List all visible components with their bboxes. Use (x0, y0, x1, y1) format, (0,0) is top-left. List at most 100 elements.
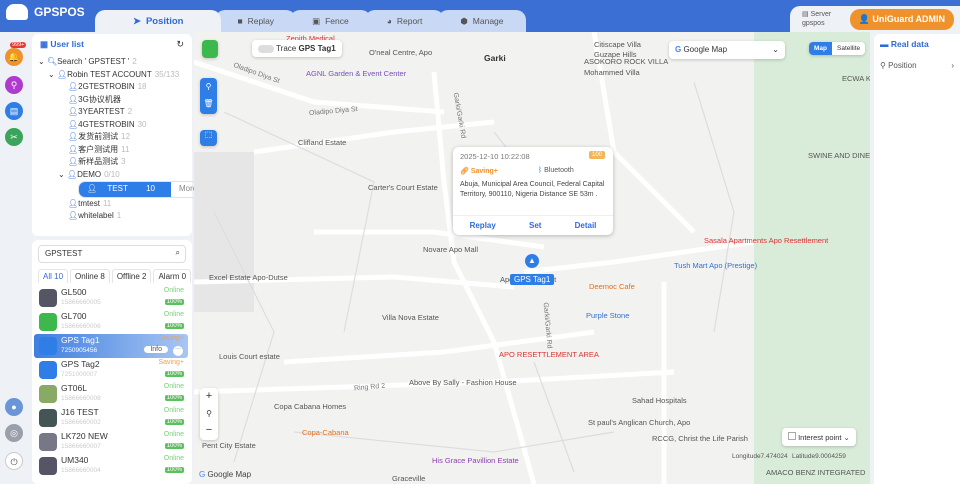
map-view[interactable]: Zenith Medical O'neal Centre, Apo Citiscap… (194, 32, 870, 484)
map-label: Tush Mart Apo (Prestige) (674, 261, 758, 270)
search-icon[interactable]: ⌕ (176, 248, 180, 258)
tree-label: 3G协议机器 (78, 94, 121, 104)
device-status: Online (163, 455, 184, 462)
device-row[interactable]: GPS Tag1 7250905456 Saving+ Info ··· (34, 334, 188, 358)
filter-tab[interactable]: Online 8 (70, 269, 110, 283)
device-search-input[interactable]: GPSTEST ⌕ (38, 245, 186, 263)
server-icon: ▤ (802, 11, 811, 18)
map-button[interactable]: Map (809, 42, 832, 55)
map-label: Graceville (392, 474, 426, 483)
set-link[interactable]: Set (529, 221, 541, 230)
device-id: 15866660006 (61, 323, 101, 330)
alarm-bell-button[interactable]: 🔔 (5, 48, 23, 66)
map-label: Citiscape Villa (594, 40, 641, 49)
device-marker-label[interactable]: GPS Tag1 (510, 274, 555, 285)
tree-node[interactable]: 👤︎whitelabel 1 (38, 210, 206, 223)
zoom-in-button[interactable]: + (200, 388, 218, 405)
longitude-readout: Longitude7.474024 (732, 453, 788, 460)
trash-icon[interactable]: 🗑︎ (200, 95, 217, 112)
info-button[interactable]: Info (144, 346, 168, 353)
globe-button[interactable]: ◎ (5, 424, 23, 442)
device-info-popup: 2025-12-10 10:22:08 100 🔗︎ Saving+ ᛒ Blu… (453, 147, 613, 235)
pin-icon[interactable]: ⚲ (200, 78, 217, 95)
tab-fence[interactable]: ▣ Fence (290, 10, 371, 32)
device-row[interactable]: GPS Tag2 7251000007 Saving+ 100% (34, 358, 188, 382)
device-id: 15866660002 (61, 419, 101, 426)
draw-tools[interactable]: ⚲ 🗑︎ (200, 78, 217, 114)
position-item[interactable]: ⚲ Position › (880, 61, 954, 70)
tree-node-test-selected[interactable]: 👤︎ TEST 10 (79, 182, 171, 197)
tree-node[interactable]: 👤︎发货前测试 12 (38, 131, 206, 144)
green-tool-button[interactable] (202, 40, 218, 58)
replay-link[interactable]: Replay (470, 221, 496, 230)
map-provider-select[interactable]: G Google Map ⌄ (669, 41, 785, 59)
map-label: Garki (484, 53, 506, 63)
more-options-button[interactable]: ··· (173, 346, 183, 356)
device-name: GPS Tag1 (61, 335, 100, 345)
map-label: St paul's Anglican Church, Apo (588, 418, 691, 427)
tree-label: 发货前测试 (78, 132, 119, 141)
user-icon: 👤︎ (68, 119, 79, 129)
user-account-button[interactable]: 👤 UniGuard ADMIN (849, 9, 954, 30)
filter-tab[interactable]: All 10 (38, 269, 69, 283)
tree-node[interactable]: 👤︎3G协议机器 (38, 94, 206, 107)
select-area-button[interactable]: ⬚ (200, 130, 217, 146)
popup-mode: 🔗︎ Saving+ (460, 167, 498, 175)
device-row[interactable]: J16 TEST 15866660002 Online 100% (34, 406, 188, 430)
app-name: GPSPOS (34, 5, 85, 19)
trace-device: GPS Tag1 (298, 44, 336, 53)
refresh-icon[interactable]: ↻ (176, 39, 184, 50)
location-pin-button[interactable]: ⚲ (5, 76, 23, 94)
device-row[interactable]: UM340 15866660004 Online 100% (34, 454, 188, 478)
tab-position[interactable]: ➤ Position (95, 10, 222, 32)
filter-tab[interactable]: Offline 2 (111, 269, 152, 283)
tab-replay[interactable]: ■ Replay (215, 10, 297, 32)
map-label: Purple Stone (586, 311, 630, 320)
satellite-button[interactable]: Satellite (832, 42, 865, 55)
device-avatar (39, 457, 57, 475)
tree-node-demo[interactable]: ⌄ 👤︎DEMO 0/10 (38, 169, 206, 182)
filter-tab[interactable]: Alarm 0 (153, 269, 192, 283)
device-marker-arrow-icon[interactable]: ▲ (525, 254, 539, 268)
device-status: Online (163, 407, 184, 414)
device-id: 15866660007 (61, 443, 101, 450)
device-name: GPS Tag2 (61, 359, 100, 369)
tree-count: 35/133 (154, 69, 180, 79)
trace-toggle[interactable]: Trace GPS Tag1 (252, 40, 342, 57)
document-button[interactable]: ▤ (5, 102, 23, 120)
tree-label: 2GTESTROBIN (78, 82, 135, 91)
chevron-down-icon: ⌄ (772, 45, 779, 54)
street-view-button[interactable]: ⚲ (200, 405, 218, 422)
fence-icon: ▣ (312, 15, 321, 26)
device-name: UM340 (61, 455, 89, 465)
tree-node[interactable]: 👤︎客户测试用 11 (38, 144, 206, 157)
server-info: ▤ Server gpspos (802, 10, 831, 28)
tree-node[interactable]: 👤︎3YEARTEST 2 (38, 106, 206, 119)
detail-link[interactable]: Detail (575, 221, 597, 230)
zoom-out-button[interactable]: − (200, 422, 218, 439)
device-row[interactable]: LK720 NEW 15866660007 Online 100% (34, 430, 188, 454)
user-icon: 👤 (858, 14, 873, 24)
interest-point-select[interactable]: Interest point ⌄ (782, 428, 856, 446)
search-icon: 🔍︎ (46, 57, 58, 66)
tab-report[interactable]: ◕ Report (364, 10, 445, 32)
power-button[interactable]: ⏻ (5, 452, 23, 470)
map-label: SWINE AND DINE (808, 151, 870, 160)
tree-node[interactable]: 👤︎4GTESTROBIN 30 (38, 119, 206, 132)
tab-manage[interactable]: ⬢ Manage (438, 10, 526, 32)
device-row[interactable]: GL500 15866660005 Online 100% (34, 286, 188, 310)
profile-button[interactable]: ● (5, 398, 23, 416)
tree-node[interactable]: 👤︎tmtest 11 (38, 198, 206, 211)
tree-search[interactable]: ⌄ 🔍︎Search ' GPSTEST ' 2 (38, 56, 206, 69)
device-row[interactable]: GL700 15866660006 Online 100% (34, 310, 188, 334)
device-row[interactable]: GT06L 15866660008 Online 100% (34, 382, 188, 406)
tree-node[interactable]: 👤︎2GTESTROBIN 18 (38, 81, 206, 94)
toggle-switch[interactable] (258, 44, 274, 53)
tree-node-root[interactable]: ⌄ 👤︎Robin TEST ACCOUNT 35/133 (38, 69, 206, 82)
device-id: 7251000007 (61, 371, 98, 378)
tools-button[interactable]: ✂ (5, 128, 23, 146)
checkbox[interactable] (788, 432, 796, 440)
tree-count: 30 (137, 119, 147, 129)
tree-node[interactable]: 👤︎新样品测试 3 (38, 156, 206, 169)
video-icon: ■ (237, 16, 243, 26)
